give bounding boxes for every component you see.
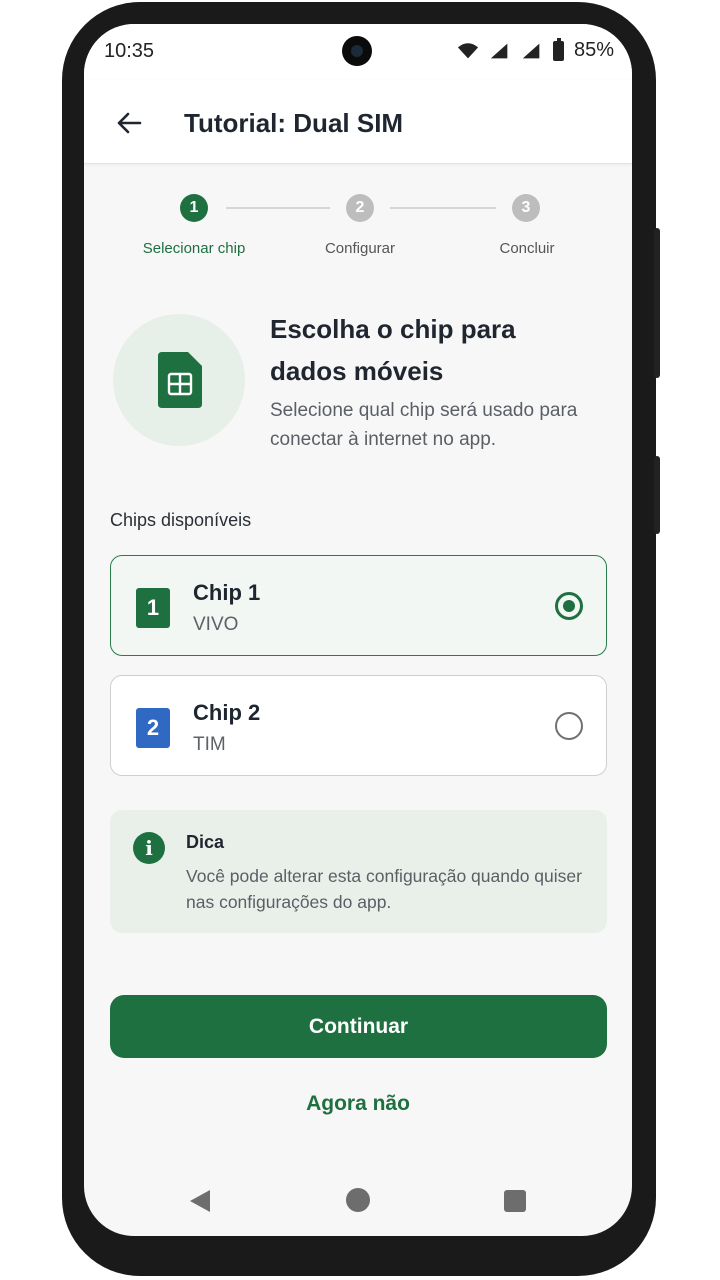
stepper: 1 2 3 Selecionar chip Configurar Conclui… [84, 194, 632, 264]
tip-title: Dica [186, 832, 225, 852]
tip-text: Você pode alterar esta configuração quan… [186, 866, 582, 912]
app-bar: Tutorial: Dual SIM [84, 80, 632, 164]
chip-1-name: Chip 1 [193, 580, 261, 605]
power-button [654, 456, 660, 534]
chips-section-label: Chips disponíveis [110, 510, 252, 530]
signal-icon [490, 43, 508, 58]
hero-title: Escolha o chip para dados móveis [270, 314, 516, 386]
step-3-indicator: 3 [512, 194, 540, 222]
chip-2-option[interactable]: 2 Chip 2 TIM [110, 675, 607, 776]
step-1-label: Selecionar chip [142, 240, 246, 257]
step-2-indicator: 2 [346, 194, 374, 222]
status-time: 10:35 [104, 40, 155, 62]
signal-icon [522, 43, 540, 58]
system-nav-bar [84, 1164, 632, 1236]
step-connector [390, 207, 496, 209]
continue-button[interactable]: Continuar [110, 995, 607, 1058]
info-icon: i [133, 832, 165, 864]
screen: 10:35 85% Tutorial: Dual SIM 1 2 3 Selec… [84, 24, 632, 1236]
chip-2-badge: 2 [136, 708, 170, 748]
front-camera [342, 36, 372, 66]
chip-2-carrier: TIM [193, 734, 226, 755]
tip-box: i Dica Você pode alterar esta configuraç… [110, 810, 607, 933]
hero-description: Selecione qual chip será usado para cone… [270, 400, 578, 450]
chip-1-radio[interactable] [555, 592, 583, 620]
chip-2-radio[interactable] [555, 712, 583, 740]
step-3-label: Concluir [499, 240, 555, 257]
not-now-button[interactable]: Agora não [84, 1092, 632, 1116]
nav-home-icon[interactable] [346, 1188, 370, 1212]
back-arrow-icon[interactable] [114, 108, 144, 138]
chip-1-badge: 1 [136, 588, 170, 628]
sim-card-icon [158, 352, 202, 408]
status-icons: 85% [457, 37, 614, 62]
page-title: Tutorial: Dual SIM [184, 108, 404, 138]
wifi-icon [457, 42, 479, 58]
step-2-label: Configurar [324, 240, 396, 257]
chip-1-option[interactable]: 1 Chip 1 VIVO [110, 555, 607, 656]
step-1-indicator: 1 [180, 194, 208, 222]
status-bar: 10:35 85% [84, 24, 632, 80]
chip-2-name: Chip 2 [193, 700, 261, 725]
battery-icon [552, 37, 564, 61]
step-connector [226, 207, 330, 209]
chip-1-carrier: VIVO [193, 614, 239, 635]
nav-recents-icon[interactable] [504, 1190, 526, 1212]
nav-back-icon[interactable] [190, 1190, 210, 1212]
hero-illustration [113, 314, 245, 446]
volume-button [654, 228, 660, 378]
battery-level: 85% [573, 39, 614, 61]
